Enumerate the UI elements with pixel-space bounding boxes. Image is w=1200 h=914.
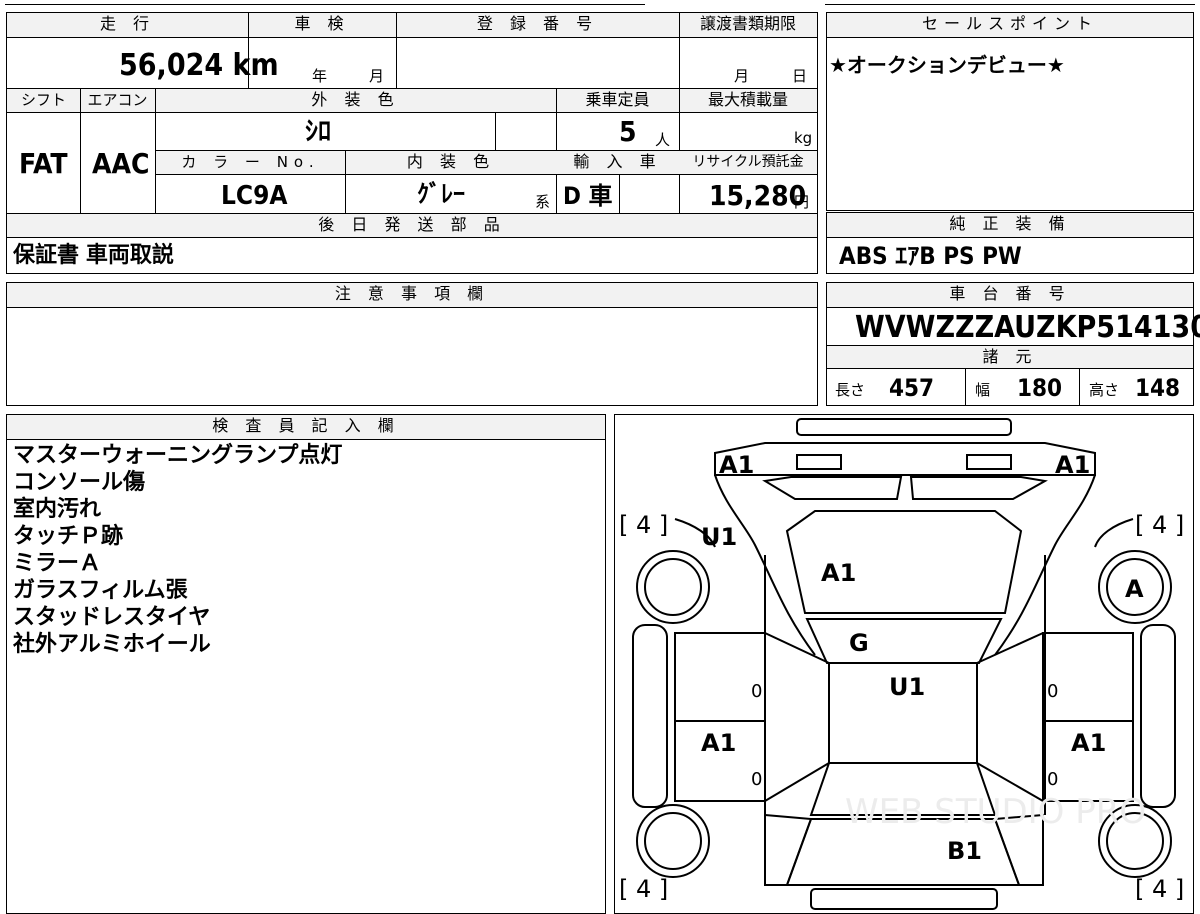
- sales-point-panel: セールスポイント ★オークションデビュー★: [826, 12, 1194, 211]
- mark-mirror-right: A: [1125, 575, 1144, 603]
- mark-tire-fl: [ 4 ]: [619, 511, 668, 539]
- mark-tire-fr: [ 4 ]: [1135, 511, 1184, 539]
- transfer-month-unit: 月: [734, 67, 750, 85]
- mileage-value: 56,024 km: [119, 48, 279, 83]
- recycle-fee-value: 15,280: [709, 179, 807, 212]
- inspector-notes-header: 検 査 員 記 入 欄: [7, 415, 605, 439]
- note-line: ガラスフィルム張: [13, 578, 188, 603]
- mark-door-rl: A1: [701, 729, 736, 757]
- mark-front-right: A1: [1055, 451, 1090, 479]
- length-value: 457: [889, 374, 935, 402]
- interior-color-header: 内 装 色: [346, 151, 556, 174]
- interior-color-suffix: 系: [535, 193, 551, 211]
- caution-header: 注 意 事 項 欄: [7, 283, 817, 307]
- inspection-year-unit: 年: [312, 67, 328, 85]
- mileage-header: 走 行: [7, 13, 248, 37]
- shift-header: シフト: [7, 89, 80, 112]
- dimensions-header: 諸 元: [827, 346, 1193, 368]
- note-line: コンソール傷: [13, 470, 146, 495]
- width-value: 180: [1017, 374, 1063, 402]
- vehicle-info-table: 走 行 車 検 登 録 番 号 譲渡書類期限 56,024 km 年 月 月 日…: [6, 12, 818, 274]
- registration-header: 登 録 番 号: [396, 13, 679, 37]
- mark-trunk: B1: [947, 837, 982, 865]
- chassis-header: 車 台 番 号: [827, 283, 1193, 307]
- genuine-equipment-value: ABS ｴｱB PS PW: [839, 242, 1022, 270]
- exterior-color-value: ｼﾛ: [305, 117, 332, 147]
- capacity-unit: 人: [655, 131, 671, 149]
- inspector-notes-panel: 検 査 員 記 入 欄 マスターウォーニングランプ点灯 コンソール傷 室内汚れ …: [6, 414, 606, 914]
- mark-front-left: A1: [719, 451, 754, 479]
- inspection-month-unit: 月: [369, 67, 385, 85]
- mark-door-rr: A1: [1071, 729, 1106, 757]
- chassis-number: WVWZZZAUZKP514130: [855, 310, 1200, 345]
- inspection-header: 車 検: [248, 13, 396, 37]
- note-line: タッチＰ跡: [13, 524, 124, 549]
- mark-windshield: G: [849, 629, 869, 657]
- import-car-value: D 車: [563, 182, 613, 210]
- note-line: ミラーＡ: [13, 551, 102, 576]
- mark-zero: 0: [751, 769, 762, 790]
- recycle-fee-header: リサイクル預託金: [679, 151, 817, 174]
- capacity-header: 乗車定員: [556, 89, 679, 112]
- length-label: 長さ: [835, 381, 866, 399]
- import-car-header: 輸 入 車: [556, 151, 679, 174]
- height-label: 高さ: [1089, 381, 1120, 399]
- mark-tire-rr: [ 4 ]: [1135, 875, 1184, 903]
- transfer-day-unit: 日: [792, 67, 808, 85]
- top-cutoff-strip: [0, 0, 1200, 6]
- max-load-unit: kg: [794, 129, 813, 147]
- aircon-header: エアコン: [80, 89, 155, 112]
- later-shipping-value: 保証書 車両取説: [13, 243, 174, 268]
- height-value: 148: [1135, 374, 1181, 402]
- interior-color-value: ｸﾞﾚｰ: [417, 180, 465, 208]
- transfer-deadline-header: 譲渡書類期限: [679, 13, 817, 37]
- color-no-value: LC9A: [221, 181, 288, 211]
- color-no-header: カ ラ ー No.: [156, 151, 345, 174]
- car-diagram: A1 A1 [ 4 ] [ 4 ] [ 4 ] [ 4 ] U1 A1 A G …: [619, 418, 1184, 910]
- mark-zero: 0: [1047, 769, 1058, 790]
- mark-zero: 0: [751, 681, 762, 702]
- mark-tire-rl: [ 4 ]: [619, 875, 668, 903]
- recycle-fee-unit: 円: [794, 193, 810, 211]
- inspector-notes-list: マスターウォーニングランプ点灯 コンソール傷 室内汚れ タッチＰ跡 ミラーＡ ガ…: [13, 442, 342, 658]
- genuine-equipment-panel: 純 正 装 備 ABS ｴｱB PS PW: [826, 212, 1194, 274]
- shift-value: FAT: [19, 147, 68, 180]
- note-line: スタッドレスタイヤ: [13, 605, 211, 630]
- sales-point-text: ★オークションデビュー★: [829, 53, 1065, 77]
- chassis-panel: 車 台 番 号 WVWZZZAUZKP514130 諸 元 長さ 457 幅 1…: [826, 282, 1200, 406]
- car-diagram-panel: A1 A1 [ 4 ] [ 4 ] [ 4 ] [ 4 ] U1 A1 A G …: [614, 414, 1194, 914]
- exterior-color-header: 外 装 色: [155, 89, 556, 112]
- note-line: 社外アルミホイール: [13, 632, 211, 657]
- watermark: WEB STUDIO PRO: [845, 792, 1146, 832]
- width-label: 幅: [975, 381, 991, 399]
- mark-roof: U1: [889, 673, 925, 701]
- capacity-value: 5: [619, 115, 637, 148]
- later-shipping-header: 後 日 発 送 部 品: [7, 214, 817, 237]
- note-line: 室内汚れ: [13, 497, 102, 522]
- max-load-header: 最大積載量: [679, 89, 817, 112]
- mark-fender-fl: U1: [701, 523, 737, 551]
- aircon-value: AAC: [92, 147, 150, 180]
- genuine-equipment-header: 純 正 装 備: [827, 213, 1193, 237]
- caution-panel: 注 意 事 項 欄: [6, 282, 818, 406]
- mark-hood: A1: [821, 559, 856, 587]
- sales-point-header: セールスポイント: [827, 13, 1193, 37]
- mark-zero: 0: [1047, 681, 1058, 702]
- note-line: マスターウォーニングランプ点灯: [13, 443, 343, 468]
